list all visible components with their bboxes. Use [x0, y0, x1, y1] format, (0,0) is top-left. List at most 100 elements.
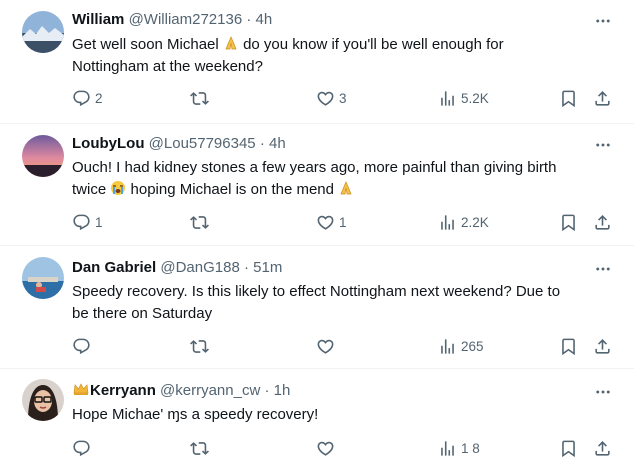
- separator: ·: [264, 382, 270, 399]
- repost-icon: [190, 337, 209, 356]
- separator: ·: [259, 135, 265, 152]
- bookmark-icon: [559, 89, 578, 108]
- like-count: 3: [339, 90, 347, 106]
- display-name[interactable]: Kerryann: [90, 382, 156, 399]
- repost-icon: [190, 213, 209, 232]
- analytics-icon: [438, 89, 457, 108]
- views-button[interactable]: 265: [438, 335, 484, 357]
- timestamp[interactable]: 51m: [253, 259, 282, 276]
- bookmark-button[interactable]: [559, 87, 578, 109]
- like-button[interactable]: 1: [316, 211, 347, 233]
- crown-emoji: [72, 381, 90, 397]
- view-count: 5.2K: [461, 90, 489, 106]
- avatar[interactable]: [22, 11, 64, 53]
- bookmark-button[interactable]: [559, 211, 578, 233]
- repost-button[interactable]: [190, 87, 209, 109]
- share-button[interactable]: [593, 87, 612, 109]
- share-icon: [593, 337, 612, 356]
- separator: ·: [246, 11, 252, 28]
- display-name[interactable]: LoubyLou: [72, 135, 144, 152]
- reply-icon: [72, 213, 91, 232]
- text-line: hoping Michael is on the mend: [130, 181, 334, 198]
- views-button[interactable]: 5.2K: [438, 87, 489, 109]
- avatar[interactable]: [22, 379, 64, 421]
- timestamp[interactable]: 4h: [269, 135, 286, 152]
- view-count: 2.2K: [461, 214, 489, 230]
- analytics-icon: [438, 439, 457, 458]
- reply-icon: [72, 89, 91, 108]
- analytics-icon: [438, 337, 457, 356]
- more-options-icon[interactable]: [594, 260, 612, 278]
- timestamp[interactable]: 1h: [274, 382, 291, 399]
- tweet-text: Get well soon Michael do you know if you…: [72, 34, 602, 78]
- reply-button[interactable]: 2: [72, 87, 103, 109]
- like-count: 1: [339, 214, 347, 230]
- tweet-actions: 265: [72, 335, 617, 357]
- repost-button[interactable]: [190, 335, 209, 357]
- repost-icon: [190, 89, 209, 108]
- reply-count: 2: [95, 90, 103, 106]
- text-line: Ouch! I had kidney stones a few years ag…: [72, 159, 557, 176]
- tweet-text: Ouch! I had kidney stones a few years ag…: [72, 157, 602, 201]
- heart-icon: [316, 89, 335, 108]
- tweet-actions: 1 1 2.2K: [72, 211, 617, 233]
- folded-hands-emoji: [223, 35, 239, 51]
- loudly-crying-emoji: [110, 180, 126, 196]
- heart-icon: [316, 337, 335, 356]
- reply-button[interactable]: [72, 335, 95, 357]
- share-icon: [593, 439, 612, 458]
- share-button[interactable]: [593, 211, 612, 233]
- text-line: do you know if you'll be well enough for: [243, 36, 504, 53]
- more-options-icon[interactable]: [594, 12, 612, 30]
- display-name[interactable]: Dan Gabriel: [72, 259, 156, 276]
- view-count: 265: [461, 338, 484, 354]
- avatar[interactable]: [22, 135, 64, 177]
- repost-button[interactable]: [190, 437, 209, 459]
- view-count: 1 8: [461, 440, 480, 456]
- bookmark-icon: [559, 337, 578, 356]
- text-line: Speedy recovery. Is this likely to effec…: [72, 283, 561, 300]
- heart-icon: [316, 213, 335, 232]
- text-line: be there on Saturday: [72, 305, 213, 322]
- user-handle[interactable]: @kerryann_cw: [160, 382, 260, 399]
- share-button[interactable]: [593, 437, 612, 459]
- timestamp[interactable]: 4h: [256, 11, 273, 28]
- folded-hands-emoji: [338, 180, 354, 196]
- user-handle[interactable]: @William272136: [129, 11, 243, 28]
- bookmark-icon: [559, 213, 578, 232]
- bookmark-button[interactable]: [559, 437, 578, 459]
- views-button[interactable]: 1 8: [438, 437, 480, 459]
- reply-icon: [72, 439, 91, 458]
- more-options-icon[interactable]: [594, 136, 612, 154]
- repost-icon: [190, 439, 209, 458]
- user-handle[interactable]: @DanG188: [160, 259, 239, 276]
- more-options-icon[interactable]: [594, 383, 612, 401]
- tweet[interactable]: Kerryann @kerryann_cw · 1h Hope Michae' …: [0, 369, 634, 467]
- like-button[interactable]: [316, 335, 339, 357]
- views-button[interactable]: 2.2K: [438, 211, 489, 233]
- tweet-text: Hope Michae' ɱs a speedy recovery!: [72, 404, 602, 426]
- reply-icon: [72, 337, 91, 356]
- like-button[interactable]: 3: [316, 87, 347, 109]
- repost-button[interactable]: [190, 211, 209, 233]
- text-line: Nottingham at the weekend?: [72, 58, 263, 75]
- share-button[interactable]: [593, 335, 612, 357]
- tweet-actions: 2 3 5.2K: [72, 87, 617, 109]
- text-line: Hope Michae' ɱs a speedy recovery!: [72, 406, 319, 423]
- share-icon: [593, 89, 612, 108]
- tweet[interactable]: LoubyLou @Lou57796345 · 4h Ouch! I had k…: [0, 124, 634, 244]
- share-icon: [593, 213, 612, 232]
- tweet[interactable]: Dan Gabriel @DanG188 · 51m Speedy recove…: [0, 246, 634, 366]
- reply-button[interactable]: 1: [72, 211, 103, 233]
- tweet[interactable]: William @William272136 · 4h Get well soo…: [0, 0, 634, 123]
- separator: ·: [244, 259, 249, 276]
- reply-button[interactable]: [72, 437, 95, 459]
- analytics-icon: [438, 213, 457, 232]
- bookmark-button[interactable]: [559, 335, 578, 357]
- user-handle[interactable]: @Lou57796345: [149, 135, 256, 152]
- text-line: twice: [72, 181, 107, 198]
- display-name[interactable]: William: [72, 11, 124, 28]
- tweet-text: Speedy recovery. Is this likely to effec…: [72, 281, 602, 325]
- avatar[interactable]: [22, 257, 64, 299]
- like-button[interactable]: [316, 437, 339, 459]
